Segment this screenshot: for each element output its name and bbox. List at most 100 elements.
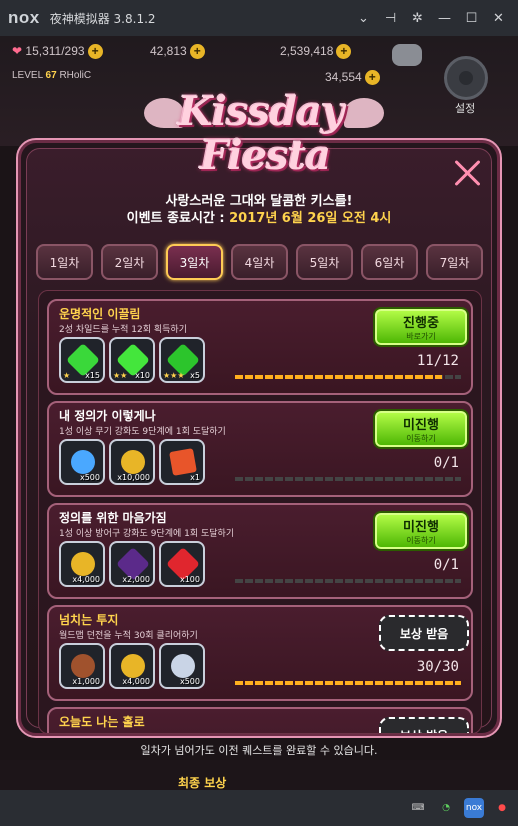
add-stamina-button[interactable]: + (87, 44, 103, 59)
quest-title: 운명적인 이끌림 (59, 307, 141, 321)
blue-stone-icon (71, 450, 95, 474)
settings-gear-icon (444, 56, 488, 100)
quest-card: 운명적인 이끌림 2성 차일드를 누적 12회 획득하기 ★ x15 ★★ x1… (47, 299, 473, 395)
quest-description: 1성 이상 무기 강화도 9단계에 1회 도달하기 (59, 427, 226, 437)
quest-title: 내 정의가 이렇게나 (59, 409, 156, 423)
close-icon[interactable]: ✕ (485, 11, 512, 26)
add-gem-button[interactable]: + (336, 44, 352, 59)
tab-day-6[interactable]: 6일차 (361, 244, 418, 280)
reward-item[interactable]: ★ x15 (59, 337, 105, 383)
quest-description: 2성 차일드를 누적 12회 획득하기 (59, 325, 187, 335)
tab-day-4[interactable]: 4일차 (231, 244, 288, 280)
window-controls: ⌄ ⊣ ✲ — ☐ ✕ (350, 0, 512, 36)
quest-go-button[interactable]: 미진행 이동하기 (373, 511, 469, 551)
quest-progress-bar (235, 681, 461, 685)
quest-description: 월드맵 던전을 누적 30회 클리어하기 (59, 631, 198, 641)
reward-item[interactable]: x2,000 (109, 541, 155, 587)
quest-progress-bar (235, 375, 461, 379)
qq-icon[interactable]: ● (492, 798, 512, 818)
right-wing-icon (344, 98, 384, 128)
level-value: 67 (45, 70, 57, 81)
reward-item[interactable]: x1,000 (59, 643, 105, 689)
gold-coin-icon (121, 450, 145, 474)
maximize-icon[interactable]: ☐ (458, 11, 485, 26)
tab-day-2[interactable]: 2일차 (101, 244, 158, 280)
logo-line2: Fiesta (200, 132, 331, 179)
quest-go-button[interactable]: 미진행 이동하기 (373, 409, 469, 449)
stamina-value: 15,311/293 (25, 44, 85, 58)
quest-progress-bar (235, 579, 461, 583)
quest-card: 내 정의가 이렇게나 1성 이상 무기 강화도 9단계에 1회 도달하기 x50… (47, 401, 473, 497)
chevron-down-icon[interactable]: ⌄ (350, 11, 377, 26)
reward-item[interactable]: x100 (159, 541, 205, 587)
event-end-label: 이벤트 종료시간 : (126, 211, 225, 226)
settings-label: 설정 (455, 102, 476, 115)
quest-card: 오늘도 나는 홀로 보상 받음 (47, 707, 473, 733)
quest-rewards: x4,000 x2,000 x100 (59, 541, 205, 587)
close-modal-button[interactable] (450, 156, 484, 190)
footer-note: 일차가 넘어가도 이전 퀘스트를 완료할 수 있습니다. (140, 744, 378, 757)
heart-icon: ❤ (12, 44, 23, 58)
reward-claimed-button[interactable]: 보상 받음 (379, 717, 469, 733)
reward-item[interactable]: x1 (159, 439, 205, 485)
event-end-time: 이벤트 종료시간 : 2017년 6월 26일 오전 4시 (0, 207, 518, 226)
emulator-titlebar: nox 夜神模拟器 3.8.1.2 ⌄ ⊣ ✲ — ☐ ✕ (0, 0, 518, 36)
window-title: 夜神模拟器 3.8.1.2 (49, 11, 156, 26)
keyboard-icon[interactable]: ⌨ (408, 798, 428, 818)
quest-title: 정의를 위한 마음가짐 (59, 511, 167, 525)
nox-logo: nox (8, 8, 40, 27)
reward-claimed-button[interactable]: 보상 받음 (379, 615, 469, 651)
tab-day-3[interactable]: 3일차 (166, 244, 223, 280)
quest-progress-button[interactable]: 진행중 바로가기 (373, 307, 469, 347)
quest-progress-text: 0/1 (433, 557, 459, 573)
gear-icon[interactable]: ✲ (404, 11, 431, 26)
quest-progress-text: 11/12 (416, 353, 459, 369)
gold-coin-icon (71, 552, 95, 576)
reward-item[interactable]: x500 (159, 643, 205, 689)
reward-item[interactable]: x4,000 (109, 643, 155, 689)
minimize-icon[interactable]: — (431, 11, 458, 26)
settings-button[interactable] (444, 56, 492, 104)
quest-rewards: x1,000 x4,000 x500 (59, 643, 205, 689)
quest-progress-text: 30/30 (416, 659, 459, 675)
logo-line1: Kissday (178, 88, 344, 135)
tab-day-5[interactable]: 5일차 (296, 244, 353, 280)
gold-value: 42,813 (150, 44, 187, 58)
quest-progress-bar (235, 477, 461, 481)
bronze-medal-icon (71, 654, 95, 678)
quest-description: 1성 이상 방어구 강화도 9단계에 1회 도달하기 (59, 529, 235, 539)
reward-item[interactable]: ★★★ x5 (159, 337, 205, 383)
wifi-icon[interactable]: ◔ (436, 798, 456, 818)
silver-coin-icon (171, 654, 195, 678)
reward-item[interactable]: ★★ x10 (109, 337, 155, 383)
quest-title: 넘치는 투지 (59, 613, 119, 627)
chat-icon[interactable] (392, 44, 422, 66)
gold-coin-icon (121, 654, 145, 678)
tab-day-7[interactable]: 7일차 (426, 244, 483, 280)
quest-progress-text: 0/1 (433, 455, 459, 471)
level-label: LEVEL (12, 70, 43, 81)
ticket-icon (169, 448, 197, 476)
event-logo: Kissday Fiesta (144, 80, 384, 192)
system-tray: ⌨ ◔ nox ● (408, 790, 512, 826)
pin-icon[interactable]: ⊣ (377, 11, 404, 26)
quest-list[interactable]: 운명적인 이끌림 2성 차일드를 누적 12회 획득하기 ★ x15 ★★ x1… (38, 290, 482, 734)
event-end-date: 2017년 6월 26일 오전 4시 (229, 211, 392, 226)
reward-item[interactable]: x4,000 (59, 541, 105, 587)
final-reward-label: 최종 보상 (178, 776, 227, 790)
reward-item[interactable]: x10,000 (109, 439, 155, 485)
quest-card: 넘치는 투지 월드맵 던전을 누적 30회 클리어하기 x1,000 x4,00… (47, 605, 473, 701)
quest-card: 정의를 위한 마음가짐 1성 이상 방어구 강화도 9단계에 1회 도달하기 x… (47, 503, 473, 599)
progress-fill (235, 375, 443, 379)
progress-fill (235, 681, 461, 685)
game-bottom-strip (0, 760, 518, 790)
day-tabs: 1일차 2일차 3일차 4일차 5일차 6일차 7일차 (36, 244, 486, 280)
quest-rewards: x500 x10,000 x1 (59, 439, 205, 485)
player-name: RHoliC (59, 70, 92, 81)
quest-rewards: ★ x15 ★★ x10 ★★★ x5 (59, 337, 205, 383)
nox-tray-icon[interactable]: nox (464, 798, 484, 818)
tab-day-1[interactable]: 1일차 (36, 244, 93, 280)
reward-item[interactable]: x500 (59, 439, 105, 485)
add-gold-button[interactable]: + (189, 44, 205, 59)
gem-value: 2,539,418 (280, 44, 334, 58)
